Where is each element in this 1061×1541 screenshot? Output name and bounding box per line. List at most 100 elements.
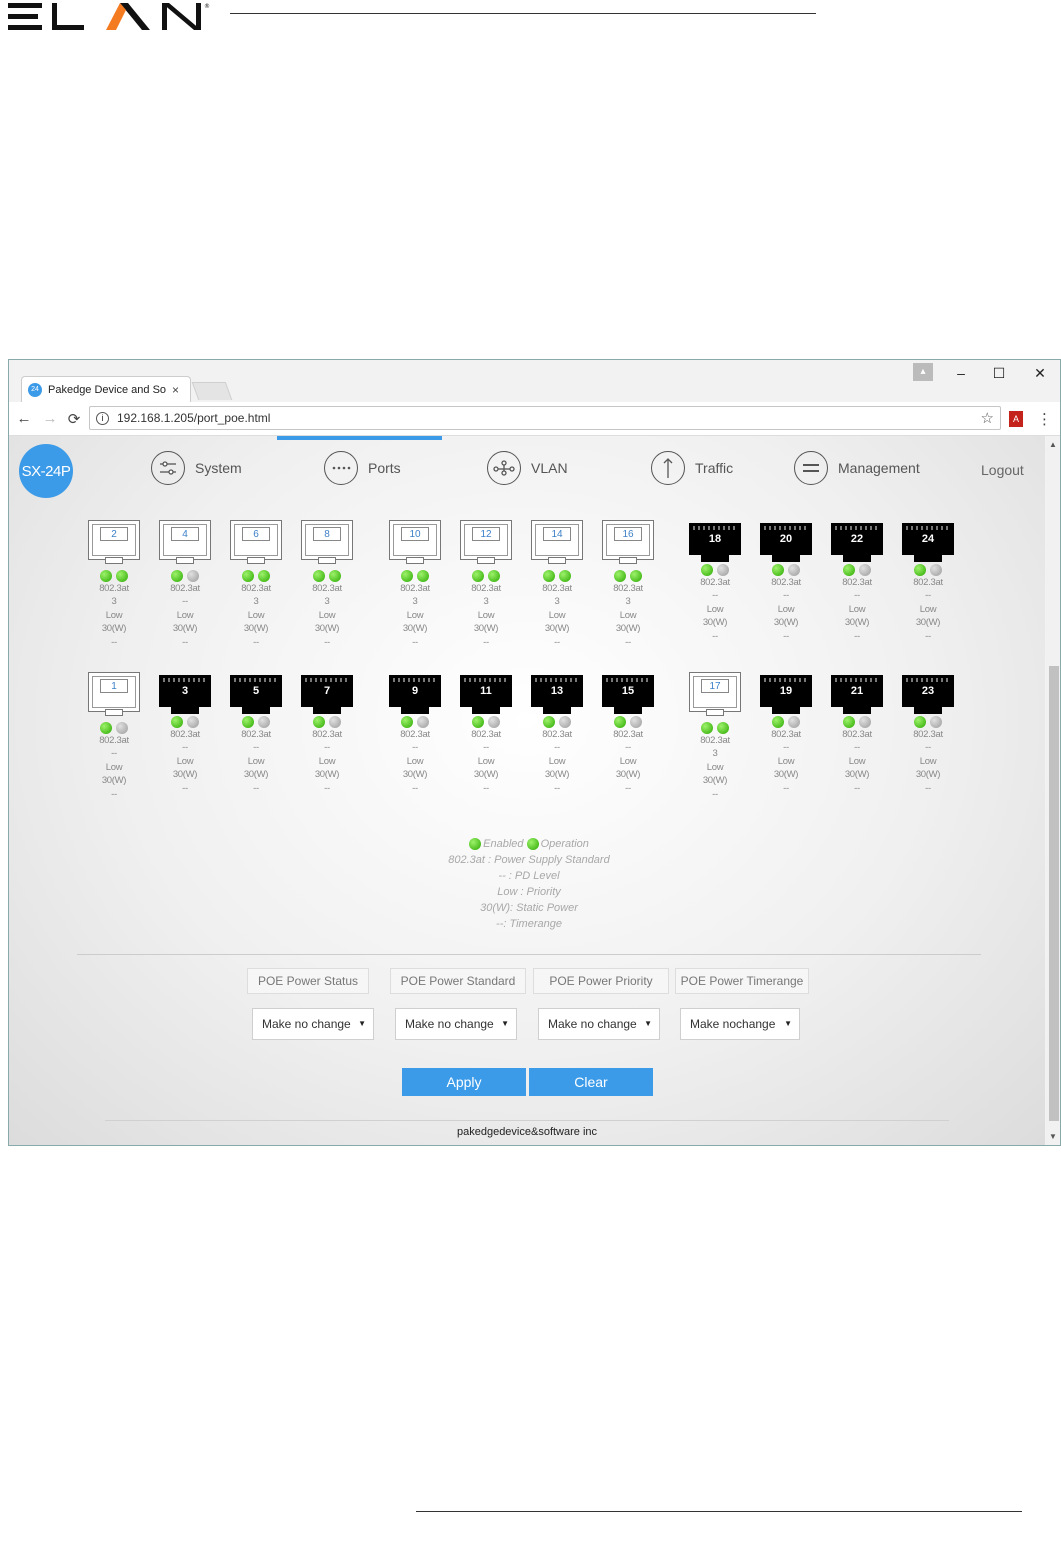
port-7[interactable]: 7 802.3at -- Low 30(W) --: [301, 672, 353, 795]
ethernet-port-icon[interactable]: 6: [230, 520, 282, 564]
port-5[interactable]: 5 802.3at -- Low 30(W) --: [230, 672, 282, 795]
ethernet-port-icon[interactable]: 4: [159, 520, 211, 564]
port-19[interactable]: 19 802.3at -- Low 30(W) --: [760, 672, 812, 795]
ethernet-port-icon[interactable]: 23: [902, 675, 954, 714]
tab-close-icon[interactable]: ×: [172, 383, 179, 397]
port-15[interactable]: 15 802.3at -- Low 30(W) --: [602, 672, 654, 795]
browser-tab[interactable]: 24 Pakedge Device and Soft ×: [21, 376, 191, 402]
ethernet-port-icon[interactable]: 20: [760, 523, 812, 562]
port-6[interactable]: 6 802.3at 3 Low 30(W) --: [230, 520, 282, 649]
nav-system[interactable]: System: [151, 451, 242, 485]
nav-ports[interactable]: Ports: [324, 451, 401, 485]
new-tab-button[interactable]: [191, 382, 233, 400]
port-1[interactable]: 1 802.3at -- Low 30(W) --: [88, 672, 140, 801]
port-2[interactable]: 2 802.3at 3 Low 30(W) --: [88, 520, 140, 649]
ethernet-port-icon[interactable]: 13: [531, 675, 583, 714]
logout-link[interactable]: Logout: [981, 462, 1024, 478]
ethernet-port-icon[interactable]: 11: [460, 675, 512, 714]
dropdown-arrow-icon: ▼: [644, 1019, 652, 1028]
back-icon[interactable]: ←: [15, 410, 33, 427]
port-18[interactable]: 18 802.3at -- Low 30(W) --: [689, 520, 741, 643]
close-window-button[interactable]: ✕: [1030, 364, 1050, 382]
port-leds: [88, 570, 140, 582]
info-icon[interactable]: i: [96, 411, 109, 425]
port-4[interactable]: 4 802.3at -- Low 30(W) --: [159, 520, 211, 649]
port-timerange: --: [483, 636, 489, 648]
port-priority: Low: [706, 761, 724, 773]
clear-button[interactable]: Clear: [529, 1068, 653, 1096]
nav-vlan[interactable]: VLAN: [487, 451, 568, 485]
scroll-thumb[interactable]: [1049, 666, 1059, 1121]
ethernet-port-icon[interactable]: 12: [460, 520, 512, 564]
scroll-up-icon[interactable]: ▲: [1049, 440, 1057, 449]
port-9[interactable]: 9 802.3at -- Low 30(W) --: [389, 672, 441, 795]
port-12[interactable]: 12 802.3at 3 Low 30(W) --: [460, 520, 512, 649]
port-11[interactable]: 11 802.3at -- Low 30(W) --: [460, 672, 512, 795]
nav-traffic[interactable]: Traffic: [651, 451, 733, 485]
port-20[interactable]: 20 802.3at -- Low 30(W) --: [760, 520, 812, 643]
port-8[interactable]: 8 802.3at 3 Low 30(W) --: [301, 520, 353, 649]
ethernet-port-icon[interactable]: 21: [831, 675, 883, 714]
nav-management[interactable]: Management: [794, 451, 920, 485]
reload-icon[interactable]: ⟳: [65, 410, 83, 428]
port-power: 30(W): [615, 623, 641, 635]
scrollbar[interactable]: ▲ ▼: [1046, 436, 1060, 1145]
bookmark-star-icon[interactable]: ☆: [981, 409, 994, 427]
operation-led-icon: [788, 716, 800, 728]
poe-standard-select[interactable]: Make no change ▼: [395, 1008, 517, 1040]
user-profile-icon[interactable]: ▴: [913, 363, 933, 381]
poe-priority-select[interactable]: Make no change ▼: [538, 1008, 660, 1040]
port-21[interactable]: 21 802.3at -- Low 30(W) --: [831, 672, 883, 795]
ethernet-port-icon[interactable]: 15: [602, 675, 654, 714]
forward-icon[interactable]: →: [41, 410, 59, 427]
ethernet-port-icon[interactable]: 8: [301, 520, 353, 564]
ethernet-port-icon[interactable]: 5: [230, 675, 282, 714]
port-standard: 802.3at: [312, 729, 342, 740]
ethernet-port-icon[interactable]: 9: [389, 675, 441, 714]
scroll-down-icon[interactable]: ▼: [1049, 1132, 1057, 1141]
ethernet-port-icon[interactable]: 10: [389, 520, 441, 564]
ethernet-port-icon[interactable]: 3: [159, 675, 211, 714]
port-3[interactable]: 3 802.3at -- Low 30(W) --: [159, 672, 211, 795]
ethernet-port-icon[interactable]: 19: [760, 675, 812, 714]
browser-window: 24 Pakedge Device and Soft × ▴ – ☐ ✕ ← →…: [8, 359, 1061, 1146]
enabled-led-icon: [701, 564, 713, 576]
browser-menu-icon[interactable]: ⋮: [1037, 410, 1052, 428]
nav-ports-label: Ports: [368, 460, 401, 476]
poe-timerange-select[interactable]: Make nochange ▼: [680, 1008, 800, 1040]
ethernet-port-icon[interactable]: 17: [689, 672, 741, 716]
ethernet-port-icon[interactable]: 18: [689, 523, 741, 562]
poe-status-select[interactable]: Make no change ▼: [252, 1008, 374, 1040]
port-14[interactable]: 14 802.3at 3 Low 30(W) --: [531, 520, 583, 649]
port-priority: Low: [406, 609, 424, 621]
enabled-led-icon: [843, 564, 855, 576]
port-22[interactable]: 22 802.3at -- Low 30(W) --: [831, 520, 883, 643]
port-17[interactable]: 17 802.3at 3 Low 30(W) --: [689, 672, 741, 801]
port-standard: 802.3at: [400, 583, 430, 594]
ethernet-port-icon[interactable]: 24: [902, 523, 954, 562]
port-16[interactable]: 16 802.3at 3 Low 30(W) --: [602, 520, 654, 649]
port-timerange: --: [111, 636, 117, 648]
apply-button[interactable]: Apply: [402, 1068, 526, 1096]
url-input[interactable]: i 192.168.1.205/port_poe.html ☆: [89, 406, 1001, 430]
ethernet-port-icon[interactable]: 22: [831, 523, 883, 562]
minimize-button[interactable]: –: [951, 364, 971, 382]
ethernet-port-icon[interactable]: 16: [602, 520, 654, 564]
operation-led-icon: [116, 722, 128, 734]
port-standard: 802.3at: [913, 729, 943, 740]
ethernet-port-icon[interactable]: 1: [88, 672, 140, 716]
ethernet-port-icon[interactable]: 14: [531, 520, 583, 564]
port-number: 13: [550, 685, 564, 697]
port-standard: 802.3at: [170, 729, 200, 740]
port-24[interactable]: 24 802.3at -- Low 30(W) --: [902, 520, 954, 643]
port-23[interactable]: 23 802.3at -- Low 30(W) --: [902, 672, 954, 795]
operation-led-icon: [930, 564, 942, 576]
ethernet-port-icon[interactable]: 7: [301, 675, 353, 714]
port-13[interactable]: 13 802.3at -- Low 30(W) --: [531, 672, 583, 795]
port-info: 802.3at 3 Low 30(W) --: [88, 582, 140, 649]
port-10[interactable]: 10 802.3at 3 Low 30(W) --: [389, 520, 441, 649]
ethernet-port-icon[interactable]: 2: [88, 520, 140, 564]
enabled-led-icon: [100, 570, 112, 582]
pdf-extension-icon[interactable]: A: [1009, 411, 1023, 427]
maximize-button[interactable]: ☐: [989, 364, 1009, 382]
